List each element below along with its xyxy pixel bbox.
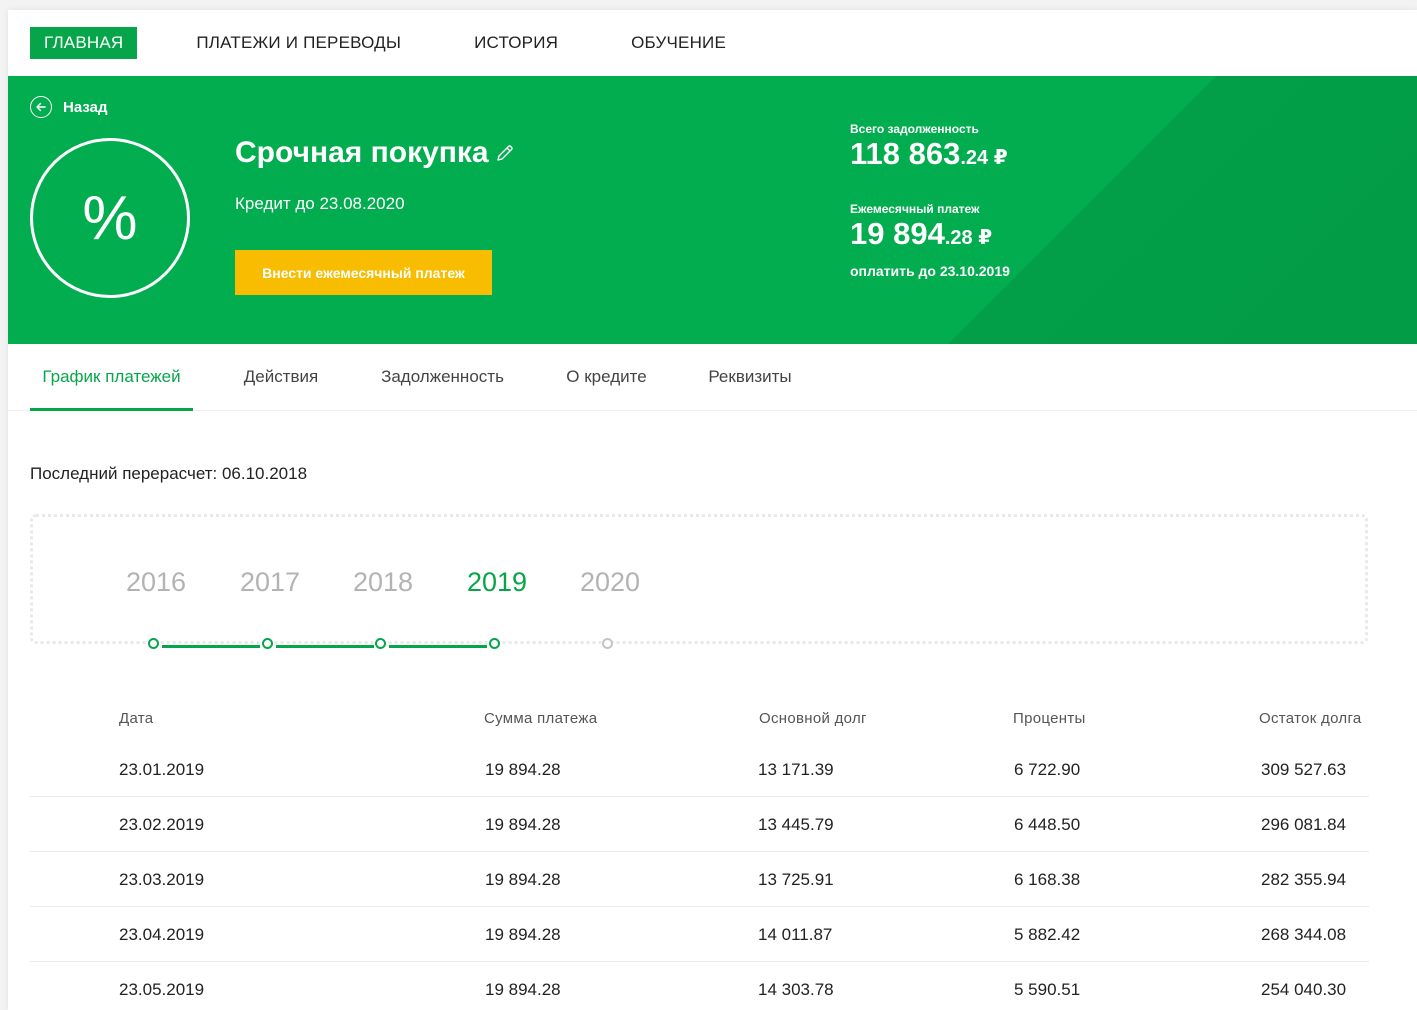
timeline-dot-2017[interactable] <box>262 638 273 649</box>
cell-principal: 14 011.87 <box>758 925 833 944</box>
total-debt-label: Всего задолженность <box>850 122 979 136</box>
percent-icon: % <box>30 138 190 298</box>
top-navigation: ГЛАВНАЯ ПЛАТЕЖИ И ПЕРЕВОДЫ ИСТОРИЯ ОБУЧЕ… <box>8 10 1417 76</box>
monthly-payment-label: Ежемесячный платеж <box>850 202 980 216</box>
timeline-dot-2016[interactable] <box>148 638 159 649</box>
header-principal: Основной долг <box>759 710 867 727</box>
tab-actions[interactable]: Действия <box>240 344 322 408</box>
banner-decoration <box>8 76 1417 344</box>
back-label: Назад <box>63 98 108 116</box>
cell-principal: 13 445.79 <box>758 815 834 834</box>
back-link[interactable]: Назад <box>30 96 107 118</box>
pencil-icon[interactable] <box>495 143 515 163</box>
total-debt-amount: 118 863.24 ₽ <box>850 136 1008 172</box>
header-interest: Проценты <box>1013 710 1086 727</box>
pay-monthly-button[interactable]: Внести ежемесячный платеж <box>235 250 492 295</box>
cell-interest: 5 882.42 <box>1014 925 1081 944</box>
table-row: 23.04.2019 19 894.28 14 011.87 5 882.42 … <box>30 907 1369 962</box>
cell-interest: 6 168.38 <box>1014 870 1081 889</box>
header-balance: Остаток долга <box>1259 710 1362 727</box>
timeline-segment <box>389 645 487 648</box>
cell-principal: 13 725.91 <box>758 870 834 889</box>
cell-balance: 282 355.94 <box>1261 870 1347 889</box>
cell-interest: 6 722.90 <box>1014 760 1081 779</box>
percent-symbol: % <box>82 183 138 253</box>
header-date: Дата <box>119 710 154 727</box>
table-row: 23.01.2019 19 894.28 13 171.39 6 722.90 … <box>30 742 1369 797</box>
cell-date: 23.01.2019 <box>119 760 205 779</box>
cell-balance: 309 527.63 <box>1261 760 1347 779</box>
cell-balance: 254 040.30 <box>1261 980 1347 999</box>
cell-payment: 19 894.28 <box>485 815 561 834</box>
cell-date: 23.02.2019 <box>119 815 205 834</box>
tab-debt[interactable]: Задолженность <box>376 344 509 408</box>
cell-date: 23.04.2019 <box>119 925 205 944</box>
table-header: Дата Сумма платежа Основной долг Процент… <box>30 696 1369 742</box>
cell-principal: 13 171.39 <box>758 760 834 779</box>
monthly-payment-amount: 19 894.28 ₽ <box>850 216 992 252</box>
last-recalculation: Последний перерасчет: 06.10.2018 <box>30 464 308 483</box>
cell-balance: 296 081.84 <box>1261 815 1347 834</box>
cell-date: 23.05.2019 <box>119 980 205 999</box>
arrow-left-icon <box>30 96 52 118</box>
table-row: 23.03.2019 19 894.28 13 725.91 6 168.38 … <box>30 852 1369 907</box>
loan-hero-banner: Назад % Срочная покупка Кредит до 23.08.… <box>8 76 1417 344</box>
timeline-dot-2018[interactable] <box>375 638 386 649</box>
timeline-dot-2019[interactable] <box>489 638 500 649</box>
payment-due-date: оплатить до 23.10.2019 <box>850 263 1010 279</box>
year-2016[interactable]: 2016 <box>126 567 186 598</box>
loan-term: Кредит до 23.08.2020 <box>235 194 405 213</box>
loan-title-row: Срочная покупка <box>235 136 515 170</box>
year-2020[interactable]: 2020 <box>580 567 640 598</box>
nav-payments[interactable]: ПЛАТЕЖИ И ПЕРЕВОДЫ <box>182 27 415 59</box>
cell-payment: 19 894.28 <box>485 925 561 944</box>
cell-payment: 19 894.28 <box>485 870 561 889</box>
cell-balance: 268 344.08 <box>1261 925 1347 944</box>
monthly-payment-dec: .28 ₽ <box>944 227 993 249</box>
year-2017[interactable]: 2017 <box>240 567 300 598</box>
loan-tabs: График платежей Действия Задолженность О… <box>8 344 1417 411</box>
cell-interest: 6 448.50 <box>1014 815 1081 834</box>
tab-about-credit[interactable]: О кредите <box>564 344 649 408</box>
cell-payment: 19 894.28 <box>485 980 561 999</box>
year-2018[interactable]: 2018 <box>353 567 413 598</box>
nav-learning[interactable]: ОБУЧЕНИЕ <box>617 27 740 59</box>
timeline-segment <box>276 645 374 648</box>
app-card: ГЛАВНАЯ ПЛАТЕЖИ И ПЕРЕВОДЫ ИСТОРИЯ ОБУЧЕ… <box>8 10 1417 1010</box>
table-row: 23.02.2019 19 894.28 13 445.79 6 448.50 … <box>30 797 1369 852</box>
cell-principal: 14 303.78 <box>758 980 834 999</box>
total-debt-dec: .24 ₽ <box>960 147 1008 169</box>
year-timeline: 2016 2017 2018 2019 2020 <box>30 514 1368 649</box>
cell-payment: 19 894.28 <box>485 760 561 779</box>
monthly-payment-int: 19 894 <box>850 216 945 251</box>
nav-home[interactable]: ГЛАВНАЯ <box>30 27 138 59</box>
timeline-dot-2020[interactable] <box>602 638 613 649</box>
table-row: 23.05.2019 19 894.28 14 303.78 5 590.51 … <box>30 962 1369 1010</box>
cell-interest: 5 590.51 <box>1014 980 1081 999</box>
timeline-segment <box>162 645 260 648</box>
nav-history[interactable]: ИСТОРИЯ <box>460 27 572 59</box>
cell-date: 23.03.2019 <box>119 870 205 889</box>
header-payment-sum: Сумма платежа <box>484 710 598 727</box>
payment-schedule-table: Дата Сумма платежа Основной долг Процент… <box>30 696 1369 1010</box>
year-2019[interactable]: 2019 <box>467 567 527 598</box>
total-debt-int: 118 863 <box>850 136 961 171</box>
tab-payment-schedule[interactable]: График платежей <box>30 344 193 411</box>
loan-title: Срочная покупка <box>235 136 489 169</box>
tab-requisites[interactable]: Реквизиты <box>703 344 797 408</box>
